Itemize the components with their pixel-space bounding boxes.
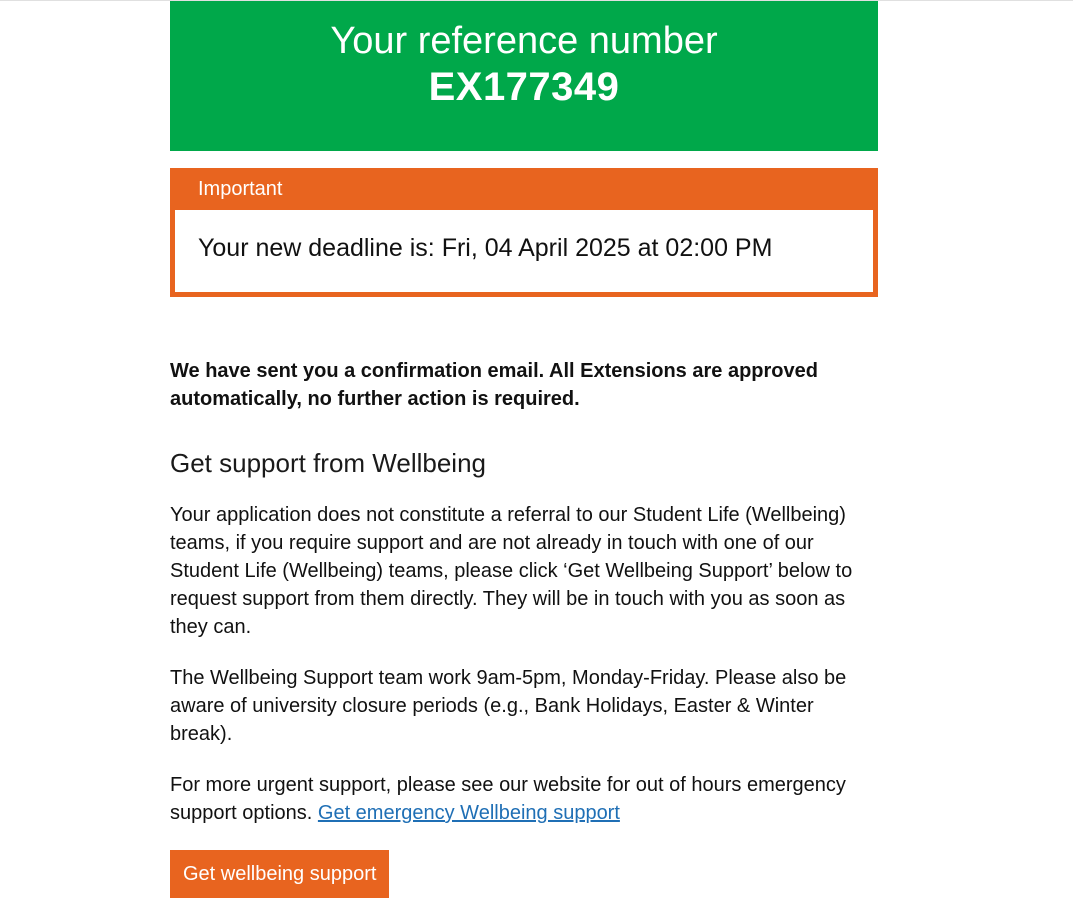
confirmation-message: We have sent you a confirmation email. A… (170, 360, 818, 410)
wellbeing-paragraph-referral: Your application does not constitute a r… (170, 504, 853, 638)
important-label: Important (170, 168, 878, 210)
reference-number: EX177349 (428, 65, 620, 109)
reference-title: Your reference number (330, 20, 718, 62)
deadline-message: Your new deadline is: Fri, 04 April 2025… (175, 210, 873, 292)
wellbeing-paragraph-urgent: For more urgent support, please see our … (170, 771, 878, 827)
wellbeing-paragraph-hours: The Wellbeing Support team work 9am-5pm,… (170, 667, 847, 745)
reference-panel: Your reference number EX177349 (170, 1, 878, 151)
important-notice: Important Your new deadline is: Fri, 04 … (170, 168, 878, 297)
get-wellbeing-support-button[interactable]: Get wellbeing support (170, 850, 390, 898)
wellbeing-heading: Get support from Wellbeing (170, 448, 486, 478)
main-content: Your reference number EX177349 Important… (170, 1, 878, 898)
emergency-wellbeing-link[interactable]: Get emergency Wellbeing support (318, 802, 620, 824)
